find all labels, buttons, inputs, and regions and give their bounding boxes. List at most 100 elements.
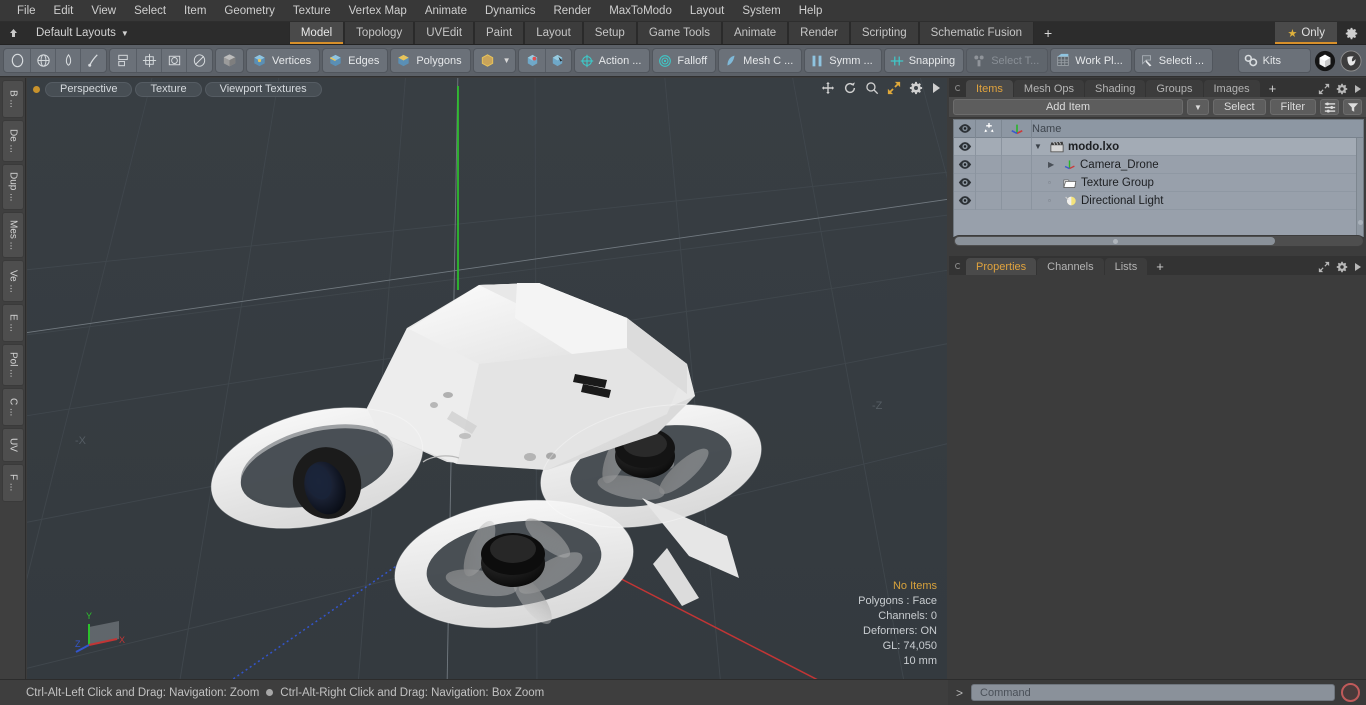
work-plane-group[interactable]: Work Pl... [1050,48,1132,73]
pen-icon[interactable] [80,49,105,72]
left-tab-polygon[interactable]: Pol ... [2,344,24,386]
left-tab-uv[interactable]: UV [2,428,24,462]
gear-icon[interactable] [909,81,923,95]
list-options-icon[interactable] [1320,99,1339,115]
menu-item-texture[interactable]: Texture [284,3,340,19]
items-panel-menu-dot-icon[interactable] [955,85,961,91]
maximize-panel-icon[interactable] [1318,83,1330,95]
menu-item-edit[interactable]: Edit [45,3,83,19]
falloff-button[interactable]: Falloff [654,49,714,72]
polygons-mode-group[interactable]: Polygons [390,48,471,73]
record-icon[interactable] [1341,683,1360,702]
panel-more-icon[interactable] [1354,84,1362,94]
item-tree-horizontal-scrollbar[interactable] [953,235,1364,247]
table-row[interactable]: ▫ Texture Group [954,173,1363,192]
row-axis-cell[interactable] [1002,173,1032,192]
fit-icon[interactable] [887,81,901,95]
snapping-group[interactable]: Snapping [883,48,965,73]
left-tab-curve[interactable]: C ... [2,388,24,426]
unreal-engine-icon[interactable] [1339,49,1363,72]
material-b-icon[interactable] [544,49,570,72]
vertices-mode-group[interactable]: Vertices [246,48,321,73]
header-lock-icon[interactable] [976,120,1002,138]
left-tab-edge[interactable]: E ... [2,304,24,342]
header-axis-icon[interactable] [1002,120,1032,138]
vertices-mode-button[interactable]: Vertices [248,49,318,72]
properties-gear-icon[interactable] [1336,261,1348,273]
menu-item-help[interactable]: Help [790,3,832,19]
teardrop-icon[interactable] [55,49,80,72]
left-tab-mesh-edit[interactable]: Mes ... [2,212,24,258]
scrollbar-thumb[interactable] [955,237,1275,245]
select-through-group[interactable]: Select T... [966,48,1049,73]
align-icon[interactable] [111,49,136,72]
select-through-button[interactable]: Select T... [968,49,1046,72]
panel-tab-shading[interactable]: Shading [1085,80,1146,97]
panel-tab-properties[interactable]: Properties [966,258,1037,275]
tab-schematic-fusion[interactable]: Schematic Fusion [918,22,1035,44]
panel-tab-channels[interactable]: Channels [1037,258,1104,275]
globe-icon[interactable] [30,49,55,72]
layout-settings-gear-icon[interactable] [1337,22,1366,44]
polygons-mode-button[interactable]: Polygons [392,49,468,72]
row-eye-icon[interactable] [954,155,976,174]
menu-item-geometry[interactable]: Geometry [215,3,284,19]
row-axis-cell[interactable] [1002,137,1032,156]
add-item-button[interactable]: Add Item [953,99,1183,115]
tab-setup[interactable]: Setup [582,22,637,44]
panel-tab-items[interactable]: Items [966,80,1013,97]
properties-panel-menu-dot-icon[interactable] [955,263,961,269]
menu-item-layout[interactable]: Layout [681,3,734,19]
select-button[interactable]: Select [1212,99,1266,115]
center-icon[interactable] [136,49,161,72]
oval-icon[interactable] [186,49,211,72]
sphere-icon[interactable] [5,49,30,72]
tree-item-texture-group[interactable]: ▫ Texture Group [1032,177,1363,189]
only-button[interactable]: ★ Only [1275,22,1337,44]
material-a-icon[interactable] [520,49,545,72]
command-input[interactable]: Command [971,684,1335,701]
table-row[interactable]: ▫ Directional Light [954,191,1363,210]
pan-icon[interactable] [821,81,835,95]
panel-tab-images[interactable]: Images [1203,80,1260,97]
row-axis-cell[interactable] [1002,191,1032,210]
panel-gear-icon[interactable] [1336,83,1348,95]
edges-mode-group[interactable]: Edges [322,48,389,73]
row-eye-icon[interactable] [954,173,976,192]
panel-tab-mesh-ops[interactable]: Mesh Ops [1013,80,1085,97]
tab-model[interactable]: Model [288,22,345,44]
menu-item-dynamics[interactable]: Dynamics [476,3,544,19]
mesh-constraint-group[interactable]: Mesh C ... [718,48,803,73]
tab-scripting[interactable]: Scripting [849,22,919,44]
edges-mode-button[interactable]: Edges [324,49,386,72]
viewport-menu-dot-icon[interactable] [33,85,40,93]
menu-item-render[interactable]: Render [544,3,600,19]
viewport-texture-button[interactable]: Texture [135,81,202,97]
menu-item-animate[interactable]: Animate [416,3,476,19]
tab-render[interactable]: Render [788,22,850,44]
arrow-right-icon[interactable] [931,82,941,94]
left-tab-fusion[interactable]: F ... [2,464,24,502]
menu-item-vertex-map[interactable]: Vertex Map [340,3,416,19]
items-mode-dropdown-icon[interactable]: ▼ [500,49,514,72]
panel-tab-lists[interactable]: Lists [1104,258,1148,275]
filter-funnel-icon[interactable] [1343,99,1362,115]
menu-item-view[interactable]: View [82,3,125,19]
tree-item-camera[interactable]: ▶ Camera_Drone [1032,158,1363,171]
tree-item-directional-light[interactable]: ▫ Directional Light [1032,194,1363,207]
3d-viewport[interactable]: Perspective Texture Viewport Textures -Z… [27,78,947,679]
kits-button[interactable]: Kits [1240,49,1309,72]
row-axis-cell[interactable] [1002,155,1032,174]
symmetry-button[interactable]: Symm ... [806,49,879,72]
falloff-group[interactable]: Falloff [652,48,717,73]
filter-button[interactable]: Filter [1269,99,1316,115]
kits-group[interactable]: Kits [1237,48,1311,73]
add-item-dropdown-icon[interactable]: ▼ [1186,99,1209,115]
item-tree-vertical-scrollbar[interactable] [1356,138,1363,236]
row-lock-cell[interactable] [976,191,1002,210]
axis-gizmo[interactable]: Y X Z [75,605,135,661]
zoom-icon[interactable] [865,81,879,95]
row-lock-cell[interactable] [976,137,1002,156]
properties-more-icon[interactable] [1354,262,1362,272]
item-tree[interactable]: Name ▼ modo.lxo ▶ Camera_Drone ▫ Texture… [953,119,1364,237]
